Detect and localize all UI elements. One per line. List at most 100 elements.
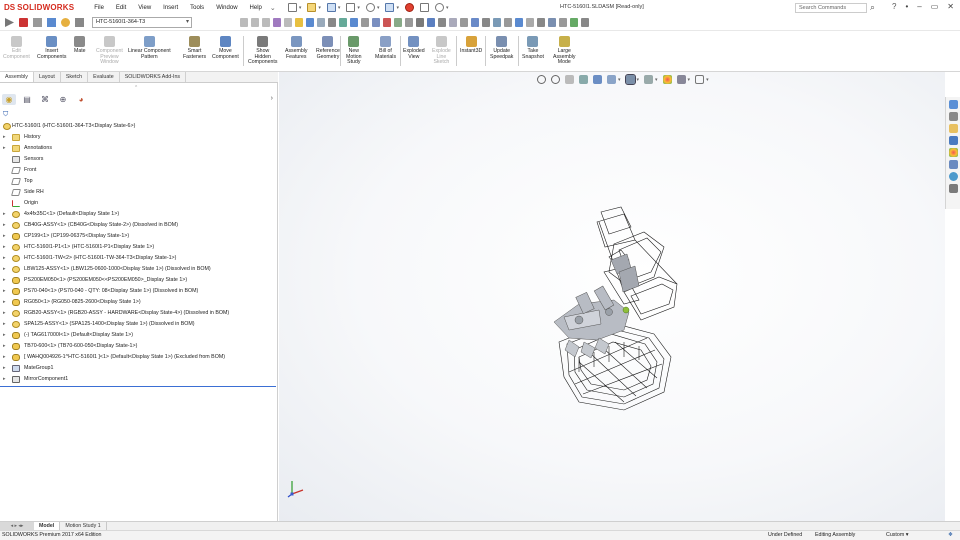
new-document-icon[interactable]: [287, 3, 297, 12]
selection-filter-icon[interactable]: [350, 18, 358, 27]
units-selector[interactable]: Custom ▾: [886, 531, 908, 540]
reference-geometry-button[interactable]: Reference Geometry: [316, 36, 340, 60]
table-icon[interactable]: [75, 18, 84, 27]
selection-filter-icon[interactable]: [559, 18, 567, 27]
tree-node[interactable]: ▸ TB70-600<1> (TB70-600-050<Display State…: [0, 341, 276, 352]
design-library-icon[interactable]: [948, 112, 958, 121]
pin-menu-icon[interactable]: ⌄: [270, 4, 278, 12]
tab-sketch[interactable]: Sketch: [61, 72, 89, 82]
expand-arrow-icon[interactable]: ▸: [3, 341, 6, 352]
ribbon-options-icon[interactable]: •: [905, 2, 908, 11]
menu-item-help[interactable]: Help: [244, 5, 268, 11]
tree-node[interactable]: ▸ 4x4fx35C<1> (Default<Display State 1>): [0, 209, 276, 220]
move-component-button[interactable]: Move Component: [212, 36, 239, 60]
selection-filter-icon[interactable]: [306, 18, 314, 27]
exploded-view-button[interactable]: Exploded View: [403, 36, 425, 60]
panel-expand-arrow-icon[interactable]: ›: [271, 95, 273, 102]
selection-filter-icon[interactable]: [394, 18, 402, 27]
menu-item-edit[interactable]: Edit: [110, 5, 132, 11]
selection-filter-icon[interactable]: [548, 18, 556, 27]
selection-filter-icon[interactable]: [449, 18, 457, 27]
select-dropdown-icon[interactable]: ▾: [396, 5, 399, 11]
save-dropdown-icon[interactable]: ▾: [338, 5, 341, 11]
undo-icon[interactable]: [365, 3, 375, 12]
tree-node[interactable]: ▸ MirrorComponent1: [0, 374, 276, 385]
selection-filter-icon[interactable]: [262, 18, 270, 27]
expand-arrow-icon[interactable]: ▸: [3, 231, 6, 242]
expand-arrow-icon[interactable]: ▸: [3, 242, 6, 253]
display-manager-tab-icon[interactable]: ◕: [74, 94, 88, 105]
menu-item-file[interactable]: File: [88, 5, 110, 11]
tree-node[interactable]: ▸ CB40G-ASSY<1> (CB40G<Display State-2>) …: [0, 220, 276, 231]
selection-filter-icon[interactable]: [482, 18, 490, 27]
expand-arrow-icon[interactable]: ▸: [3, 297, 6, 308]
new-motion-study-button[interactable]: New Motion Study: [346, 36, 362, 66]
selection-filter-icon[interactable]: [405, 18, 413, 27]
close-icon[interactable]: ✕: [947, 2, 954, 11]
show-hidden-components-button[interactable]: Show Hidden Components: [248, 36, 277, 66]
expand-arrow-icon[interactable]: ▸: [3, 352, 6, 363]
selection-filter-icon[interactable]: [240, 18, 248, 27]
tab-solidworks-add-ins[interactable]: SOLIDWORKS Add-Ins: [120, 72, 187, 82]
solidworks-logo[interactable]: DS SOLIDWORKS: [0, 0, 78, 15]
filter-icon[interactable]: ⛉: [3, 111, 8, 119]
selection-filter-icon[interactable]: [581, 18, 589, 27]
feature-manager-tab-icon[interactable]: ◉: [2, 94, 16, 105]
selection-filter-icon[interactable]: [570, 18, 578, 27]
expand-arrow-icon[interactable]: ▸: [3, 319, 6, 330]
bottom-tab-model[interactable]: Model: [34, 522, 61, 530]
menu-item-view[interactable]: View: [132, 5, 157, 11]
selection-filter-icon[interactable]: [515, 18, 523, 27]
component-preview-window-button[interactable]: Component Preview Window: [96, 36, 123, 66]
view-palette-icon[interactable]: [948, 136, 958, 145]
large-assembly-mode-button[interactable]: Large Assembly Mode: [553, 36, 576, 66]
explode-line-sketch-button[interactable]: Explode Line Sketch: [432, 36, 451, 66]
expand-arrow-icon[interactable]: ▸: [3, 363, 6, 374]
selection-filter-icon[interactable]: [526, 18, 534, 27]
expand-arrow-icon[interactable]: ▸: [3, 209, 6, 220]
selection-filter-icon[interactable]: [416, 18, 424, 27]
tree-node[interactable]: ▸ RGB20-ASSY<1> (RGB20-ASSY - HARDWARE<Di…: [0, 308, 276, 319]
expand-arrow-icon[interactable]: ▸: [3, 330, 6, 341]
selection-filter-icon[interactable]: [284, 18, 292, 27]
save-icon[interactable]: [326, 3, 336, 12]
options-dropdown-icon[interactable]: ▾: [446, 5, 449, 11]
rebuild-icon[interactable]: [404, 3, 414, 12]
tree-node[interactable]: ▸ HTC-5160I1-TW<2> (HTC-5160I1-TW-364-T3<…: [0, 253, 276, 264]
menu-item-tools[interactable]: Tools: [184, 5, 210, 11]
selection-filter-icon[interactable]: [339, 18, 347, 27]
tab-evaluate[interactable]: Evaluate: [88, 72, 120, 82]
help-icon[interactable]: ?: [892, 2, 896, 11]
tree-node[interactable]: ▸ PS200EM050<1> (PS200EM050<<PS200EM050>_…: [0, 275, 276, 286]
pause-icon[interactable]: [33, 18, 42, 27]
tree-node[interactable]: ▸ SPA125-ASSY<1> (SPA125-1400<Display Sta…: [0, 319, 276, 330]
menu-item-insert[interactable]: Insert: [157, 5, 184, 11]
linear-component-pattern-button[interactable]: Linear Component Pattern: [128, 36, 171, 60]
tree-node[interactable]: ▸ CP199<1> (CP199-06375<Display State-1>): [0, 231, 276, 242]
undo-dropdown-icon[interactable]: ▾: [377, 5, 380, 11]
play-icon[interactable]: [5, 18, 14, 27]
edit-component-button[interactable]: Edit Component: [3, 36, 30, 60]
assembly-features-button[interactable]: Assembly Features: [285, 36, 308, 60]
tree-node[interactable]: ▸ Annotations: [0, 143, 276, 154]
tree-node[interactable]: Front: [0, 165, 276, 176]
mate-button[interactable]: Mate: [74, 36, 86, 55]
open-folder-icon[interactable]: [307, 3, 317, 12]
expand-arrow-icon[interactable]: ▸: [3, 308, 6, 319]
print-dropdown-icon[interactable]: ▾: [357, 5, 360, 11]
tree-node[interactable]: ▸ HTC-5160I1-P1<1> (HTC-5160I1-P1<Display…: [0, 242, 276, 253]
selection-filter-icon[interactable]: [328, 18, 336, 27]
bom-icon[interactable]: [61, 18, 70, 27]
tree-node[interactable]: Sensors: [0, 154, 276, 165]
expand-arrow-icon[interactable]: ▸: [3, 253, 6, 264]
bottom-tab-motion-study-1[interactable]: Motion Study 1: [60, 522, 107, 530]
selection-filter-icon[interactable]: [438, 18, 446, 27]
tree-node[interactable]: ▸ (-) TAG617000I<1> (Default<Display Stat…: [0, 330, 276, 341]
solidworks-forum-icon[interactable]: [948, 172, 958, 181]
quick-tips-icon[interactable]: ❖: [948, 531, 953, 540]
bill-of-materials-button[interactable]: Bill of Materials: [375, 36, 396, 60]
expand-arrow-icon[interactable]: ▸: [3, 220, 6, 231]
selection-filter-icon[interactable]: [383, 18, 391, 27]
minimize-icon[interactable]: –: [917, 2, 921, 11]
file-properties-icon[interactable]: [419, 3, 429, 12]
